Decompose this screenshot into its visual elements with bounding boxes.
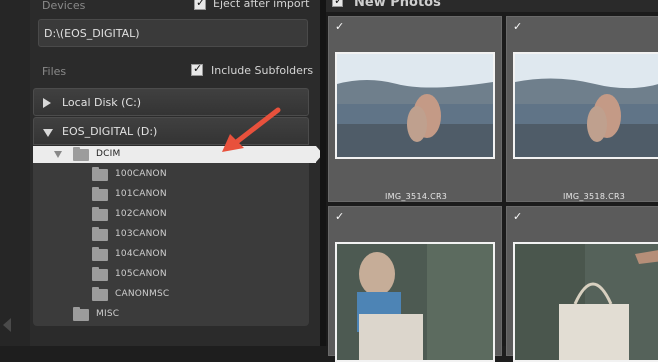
- eject-checkbox[interactable]: [194, 0, 206, 10]
- folder-icon: [92, 287, 108, 301]
- include-subfolders-checkbox[interactable]: [191, 62, 203, 76]
- select-all-checkbox[interactable]: [332, 0, 343, 7]
- folder-row[interactable]: 104CANON: [33, 246, 309, 264]
- include-subfolders-label: Include Subfolders: [211, 64, 314, 77]
- devices-header: Devices: [42, 0, 86, 12]
- photo-thumbnail[interactable]: [513, 52, 658, 159]
- folder-label: CANONMSC: [115, 289, 170, 299]
- folder-label: 100CANON: [115, 169, 167, 179]
- grid-header: New Photos: [326, 0, 658, 12]
- left-edge-strip: [0, 0, 30, 346]
- photo-cell[interactable]: IMG_3518.CR3: [506, 16, 658, 202]
- folder-row[interactable]: 102CANON: [33, 206, 309, 224]
- photo-cell[interactable]: [506, 206, 658, 362]
- folder-icon: [73, 147, 89, 161]
- annotation-arrow-icon: [222, 107, 281, 152]
- woman-bag-photo-icon: [337, 244, 493, 360]
- photo-thumbnail[interactable]: [513, 242, 658, 362]
- photo-filename: IMG_3514.CR3: [385, 192, 448, 201]
- photo-cell[interactable]: [328, 206, 502, 362]
- photo-cell[interactable]: IMG_3514.CR3: [328, 16, 502, 202]
- volume-label: EOS_DIGITAL (D:): [62, 125, 158, 138]
- folder-row[interactable]: CANONMSC: [33, 286, 309, 304]
- beach-photo-icon: [515, 54, 658, 157]
- folder-icon: [92, 187, 108, 201]
- files-header: Files: [42, 65, 67, 78]
- collapse-triangle-icon[interactable]: [43, 129, 53, 137]
- folder-label: 105CANON: [115, 269, 167, 279]
- folder-icon: [92, 247, 108, 261]
- volume-label: Local Disk (C:): [62, 96, 142, 109]
- beach-photo-icon: [337, 54, 493, 157]
- photo-checkbox[interactable]: [513, 210, 524, 224]
- folder-label: 103CANON: [115, 229, 167, 239]
- folder-label: 101CANON: [115, 189, 167, 199]
- folder-row-misc[interactable]: MISC: [33, 306, 309, 324]
- photo-filename: IMG_3518.CR3: [563, 192, 626, 201]
- photo-grid: New Photos IMG_3514.CR3: [326, 0, 658, 362]
- folder-row[interactable]: 105CANON: [33, 266, 309, 284]
- folder-icon: [92, 267, 108, 281]
- folder-icon: [92, 167, 108, 181]
- folder-row[interactable]: 100CANON: [33, 166, 309, 184]
- bag-photo-icon: [515, 244, 658, 360]
- photo-checkbox[interactable]: [513, 20, 524, 34]
- grid-title: New Photos: [354, 0, 441, 10]
- source-panel: Devices Eject after import D:\(EOS_DIGIT…: [30, 0, 323, 346]
- folder-row[interactable]: 103CANON: [33, 226, 309, 244]
- eject-label: Eject after import: [213, 0, 310, 10]
- collapse-left-icon[interactable]: [3, 318, 11, 332]
- folder-label: 104CANON: [115, 249, 167, 259]
- photo-checkbox[interactable]: [335, 20, 346, 34]
- folder-label: DCIM: [96, 149, 121, 159]
- folder-tree: DCIM 100CANON 101CANON 102CANON 103CANON…: [33, 146, 323, 326]
- folder-label: 102CANON: [115, 209, 167, 219]
- folder-row[interactable]: 101CANON: [33, 186, 309, 204]
- photo-thumbnail[interactable]: [335, 242, 495, 362]
- folder-icon: [73, 307, 89, 321]
- photo-thumbnail[interactable]: [335, 52, 495, 159]
- folder-icon: [92, 227, 108, 241]
- folder-label: MISC: [96, 309, 120, 319]
- photo-checkbox[interactable]: [335, 210, 346, 224]
- folder-icon: [92, 207, 108, 221]
- expand-triangle-icon[interactable]: [43, 98, 51, 108]
- source-path-text: D:\(EOS_DIGITAL): [44, 27, 140, 40]
- source-path-field[interactable]: D:\(EOS_DIGITAL): [38, 19, 308, 47]
